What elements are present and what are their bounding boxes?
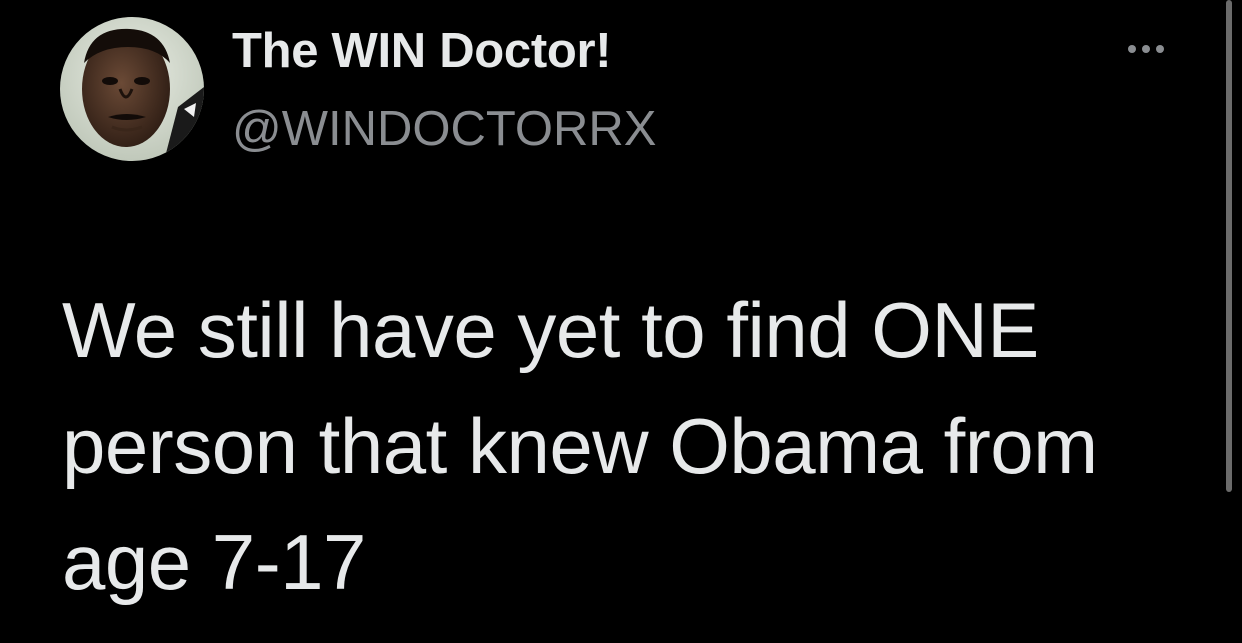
author-handle[interactable]: @WINDOCTORRX [232,98,657,160]
author-display-name[interactable]: The WIN Doctor! [232,20,612,82]
dot [1128,45,1136,53]
tweet-card: The WIN Doctor! @WINDOCTORRX We still ha… [0,0,1242,643]
dot [1142,45,1150,53]
tweet-text: We still have yet to find ONE person tha… [62,286,1098,606]
more-options-button[interactable] [1128,36,1180,62]
profile-photo-icon [60,17,204,161]
more-options-icon [1128,45,1164,53]
dot [1156,45,1164,53]
scrollbar[interactable] [1226,0,1232,492]
avatar[interactable] [60,17,204,161]
